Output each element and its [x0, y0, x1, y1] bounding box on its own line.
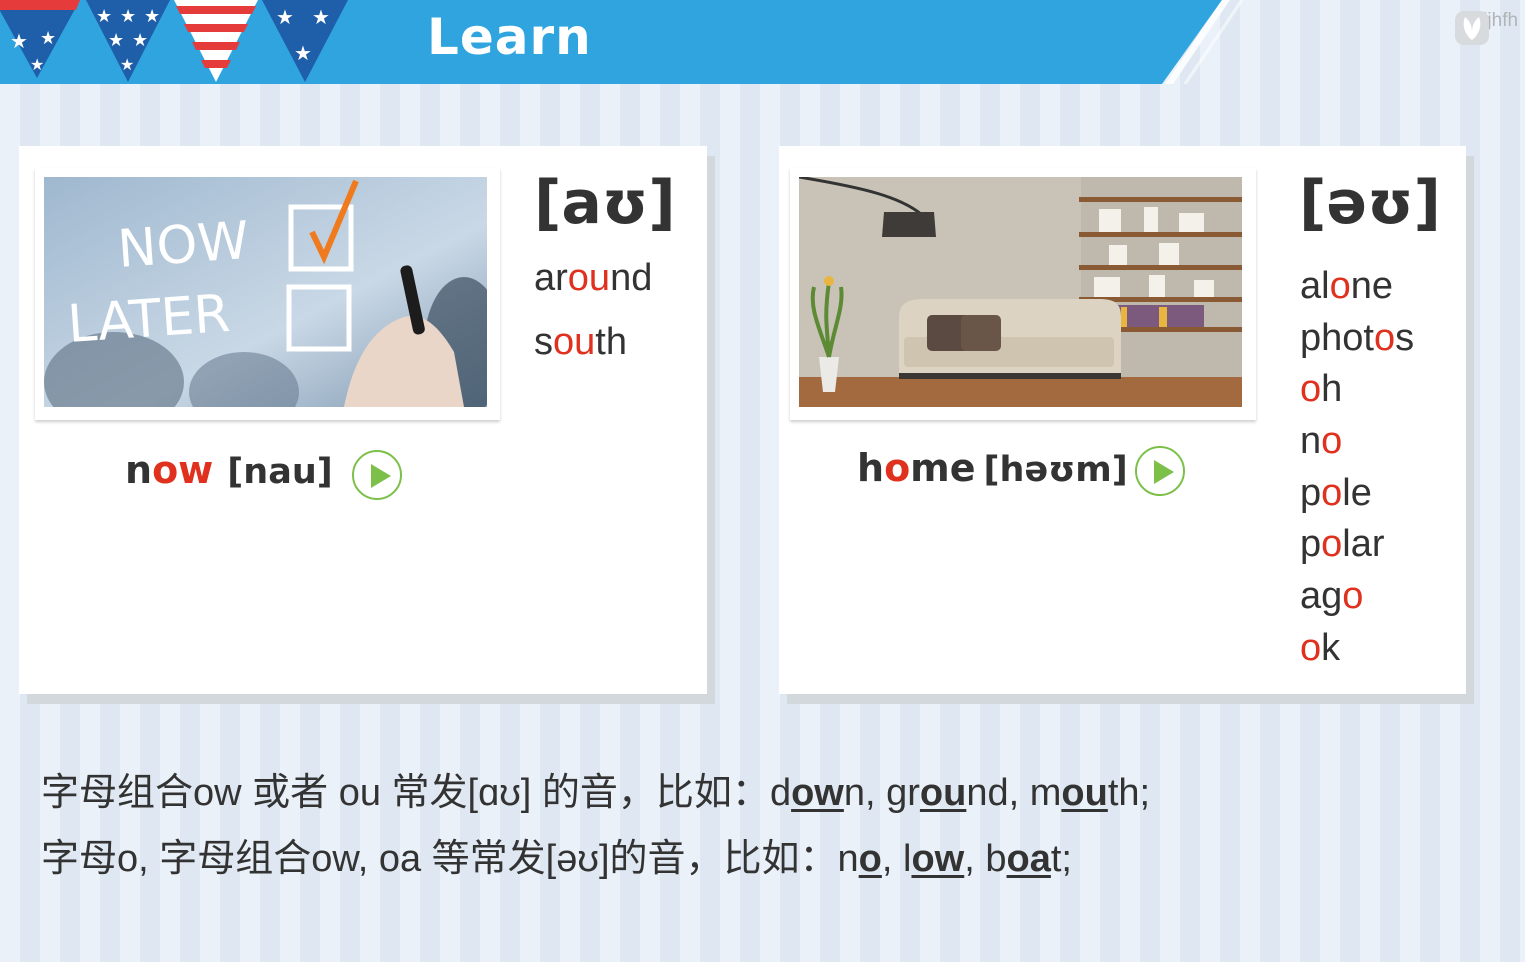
svg-text:★: ★ [132, 30, 148, 50]
svg-text:★: ★ [10, 31, 28, 53]
svg-text:★: ★ [96, 6, 112, 26]
svg-text:★: ★ [120, 6, 136, 26]
play-icon[interactable] [352, 450, 402, 500]
pronunciation-notes: 字母组合ow 或者 ou 常发[ɑʊ] 的音，比如：down, ground, … [41, 768, 1150, 900]
svg-text:★: ★ [120, 57, 134, 74]
key-word-ipa: [həʊm] [983, 450, 1128, 490]
play-icon[interactable] [1135, 446, 1185, 496]
svg-text:★: ★ [144, 6, 160, 26]
example-word: polar [1300, 523, 1385, 566]
svg-text:★: ★ [40, 28, 56, 48]
key-word: now [nau] [125, 448, 333, 492]
sound-card-ou: [əʊ] alone photos oh no pole polar ago o… [779, 146, 1466, 694]
note-line: 字母组合ow 或者 ou 常发[ɑʊ] 的音，比如：down, ground, … [41, 772, 1151, 814]
example-word: around [534, 257, 653, 299]
photo-frame: NOW LATER [35, 168, 500, 420]
note-line: 字母o, 字母组合ow, oa 等常发[əʊ]的音，比如：no, low, bo… [41, 838, 1072, 880]
example-word: south [534, 321, 627, 363]
example-word: no [1300, 420, 1343, 463]
phonetic-symbol: [əʊ] [1299, 168, 1441, 238]
svg-text:★: ★ [276, 7, 294, 29]
example-word: oh [1300, 368, 1343, 411]
page-title: Learn [427, 8, 592, 66]
example-word-list: around south [534, 254, 652, 382]
now-later-photo: NOW LATER [44, 177, 487, 407]
example-word: alone [1300, 265, 1393, 307]
key-word: home [həʊm] [857, 446, 1128, 490]
example-word-list: alone photos oh no pole polar ago ok [1300, 264, 1414, 678]
svg-text:LATER: LATER [66, 284, 232, 355]
svg-text:★: ★ [30, 57, 44, 74]
svg-text:NOW: NOW [116, 211, 251, 280]
header-banner: ★ ★ ★ ★ ★ ★ ★ ★ ★ ★ ★ ★ Learn [0, 0, 1525, 84]
leaf-logo-icon [1455, 11, 1489, 45]
svg-text:★: ★ [108, 30, 124, 50]
key-word-ipa: [nau] [227, 452, 333, 492]
example-word: photos [1300, 316, 1415, 359]
logo: njllljhfh [1454, 10, 1524, 45]
sound-card-au: NOW LATER [aʊ] around south now [nau] [19, 146, 707, 694]
banner-graphic: ★ ★ ★ ★ ★ ★ ★ ★ ★ ★ ★ ★ [0, 0, 1244, 84]
photo-frame [790, 168, 1256, 420]
example-word: ago [1300, 575, 1364, 618]
svg-text:★: ★ [294, 43, 312, 65]
living-room-photo [799, 177, 1242, 407]
example-word: ok [1300, 626, 1341, 669]
svg-text:★: ★ [312, 7, 330, 29]
example-word: pole [1300, 471, 1372, 514]
phonetic-symbol: [aʊ] [534, 168, 676, 238]
